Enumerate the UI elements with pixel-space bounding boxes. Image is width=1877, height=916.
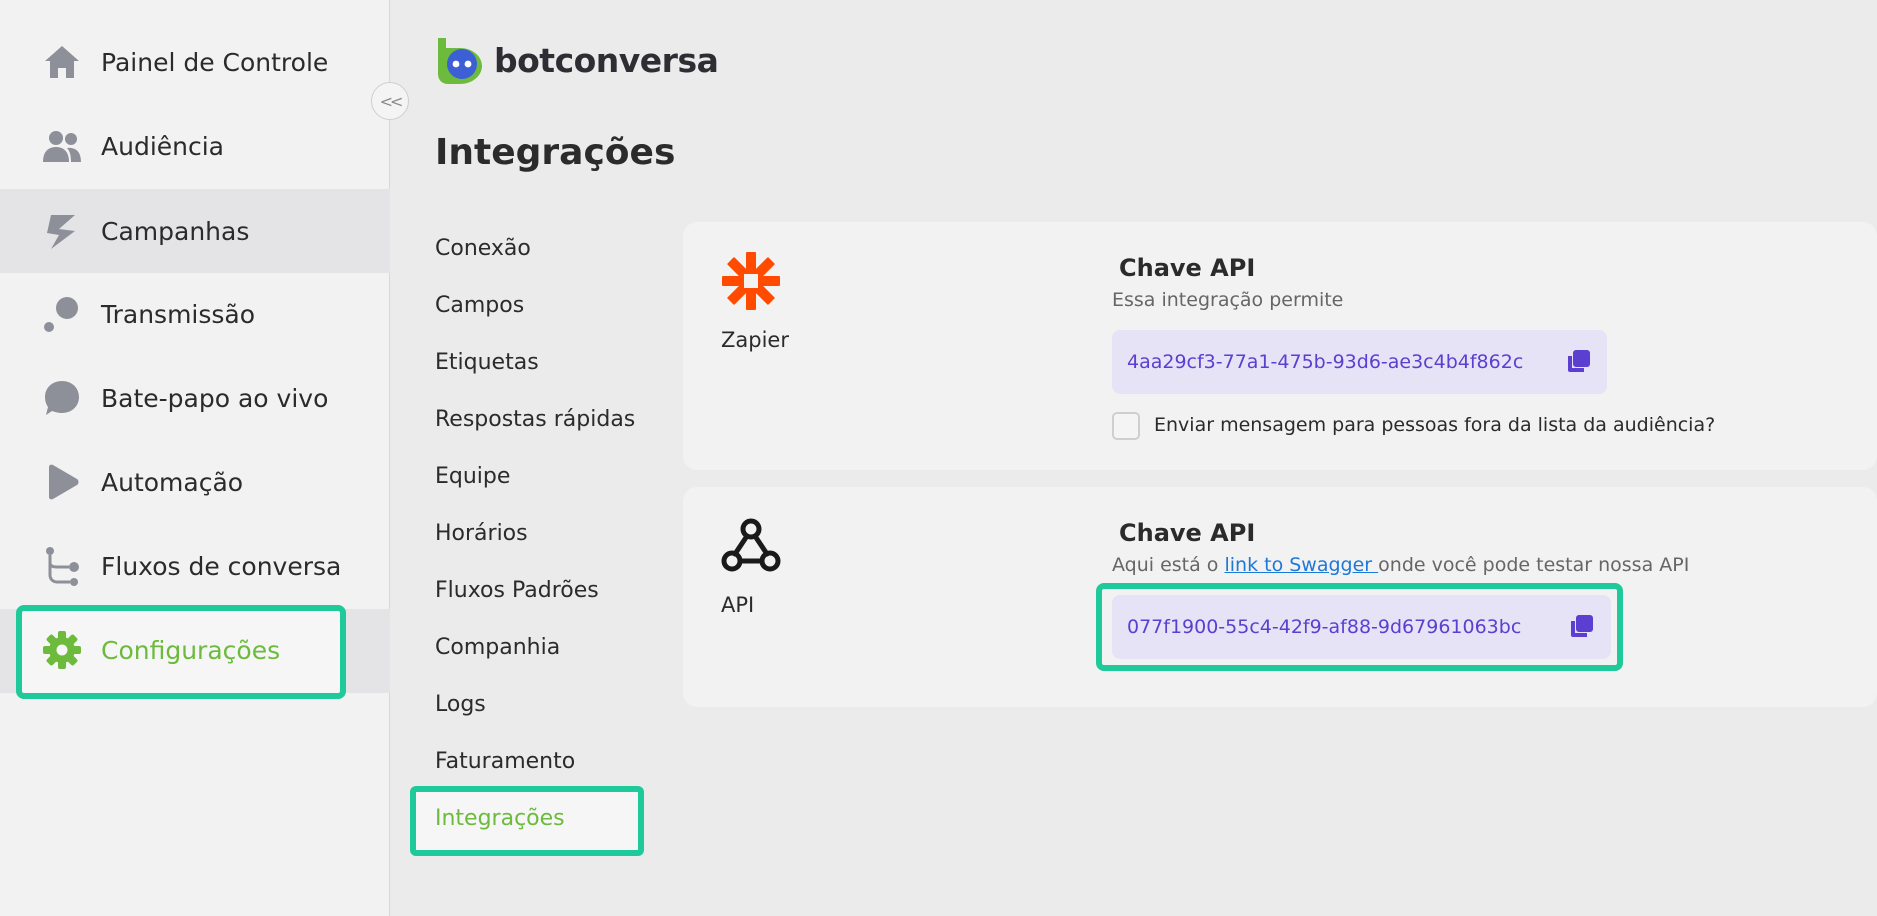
- description-text: Aqui está o: [1112, 554, 1225, 576]
- outside-audience-checkbox[interactable]: [1112, 412, 1140, 440]
- submenu-item-etiquetas[interactable]: Etiquetas: [435, 350, 539, 375]
- sidebar-item-transmissao[interactable]: Transmissão: [0, 272, 390, 356]
- submenu-item-respostas-rapidas[interactable]: Respostas rápidas: [435, 407, 635, 432]
- submenu-item-conexao[interactable]: Conexão: [435, 236, 531, 261]
- integration-name: Zapier: [721, 328, 789, 352]
- submenu-item-logs[interactable]: Logs: [435, 692, 486, 717]
- integration-description: Essa integração permite: [1112, 289, 1344, 311]
- people-icon: [40, 124, 84, 168]
- sidebar-item-painel[interactable]: Painel de Controle: [0, 20, 390, 104]
- api-key-title: Chave API: [1119, 254, 1256, 282]
- integration-name: API: [721, 593, 755, 617]
- sidebar-item-label: Campanhas: [101, 216, 250, 246]
- sidebar-item-audiencia[interactable]: Audiência: [0, 104, 390, 188]
- api-key-value[interactable]: 4aa29cf3-77a1-475b-93d6-ae3c4b4f862c: [1127, 351, 1523, 373]
- api-key-field[interactable]: 4aa29cf3-77a1-475b-93d6-ae3c4b4f862c: [1112, 330, 1607, 394]
- page-title: Integrações: [435, 132, 676, 173]
- sidebar-item-label: Bate-papo ao vivo: [101, 383, 329, 413]
- api-key-title: Chave API: [1119, 519, 1256, 547]
- zapier-integration-card: Zapier Chave API Essa integração permite…: [683, 222, 1877, 470]
- sidebar-item-label: Painel de Controle: [101, 47, 329, 77]
- sidebar-item-label: Configurações: [101, 635, 281, 665]
- broadcast-icon: [40, 292, 84, 336]
- collapse-sidebar-button[interactable]: <<: [371, 82, 409, 120]
- sidebar: Painel de Controle Audiência Campanhas T…: [0, 0, 390, 916]
- submenu-item-faturamento[interactable]: Faturamento: [435, 749, 575, 774]
- api-key-field[interactable]: 077f1900-55c4-42f9-af88-9d67961063bc: [1112, 595, 1611, 659]
- brand-name: botconversa: [494, 40, 719, 80]
- description-text: onde você pode testar nossa API: [1378, 554, 1690, 576]
- flow-icon: [40, 544, 84, 588]
- automation-icon: [40, 460, 84, 504]
- swagger-link[interactable]: link to Swagger: [1224, 554, 1378, 576]
- brand-logo: botconversa: [434, 34, 719, 86]
- api-integration-card: API Chave API Aqui está o link to Swagge…: [683, 487, 1877, 707]
- sidebar-item-label: Automação: [101, 467, 244, 497]
- gear-icon: [40, 628, 84, 672]
- submenu-item-horarios[interactable]: Horários: [435, 521, 528, 546]
- copy-icon[interactable]: [1565, 349, 1591, 375]
- submenu-item-integracoes[interactable]: Integrações: [435, 806, 565, 831]
- api-key-value[interactable]: 077f1900-55c4-42f9-af88-9d67961063bc: [1127, 616, 1521, 638]
- sidebar-item-label: Audiência: [101, 131, 224, 161]
- campaign-icon: [40, 209, 84, 253]
- sidebar-item-label: Fluxos de conversa: [101, 551, 342, 581]
- zapier-logo-icon: [720, 250, 782, 316]
- sidebar-item-campanhas[interactable]: Campanhas: [0, 189, 390, 273]
- chat-icon: [40, 376, 84, 420]
- copy-icon[interactable]: [1568, 614, 1594, 640]
- sidebar-item-automacao[interactable]: Automação: [0, 440, 390, 524]
- submenu-item-fluxos-padroes[interactable]: Fluxos Padrões: [435, 578, 599, 603]
- submenu-item-companhia[interactable]: Companhia: [435, 635, 560, 660]
- home-icon: [40, 40, 84, 84]
- sidebar-item-configuracoes[interactable]: Configurações: [0, 608, 390, 692]
- sidebar-item-label: Transmissão: [101, 299, 256, 329]
- botconversa-logo-icon: [438, 38, 482, 84]
- checkbox-label: Enviar mensagem para pessoas fora da lis…: [1154, 414, 1716, 436]
- sidebar-item-bate-papo[interactable]: Bate-papo ao vivo: [0, 356, 390, 440]
- double-chevron-left-icon: <<: [379, 91, 404, 111]
- submenu-item-campos[interactable]: Campos: [435, 293, 524, 318]
- sidebar-item-fluxos[interactable]: Fluxos de conversa: [0, 524, 390, 608]
- submenu-item-equipe[interactable]: Equipe: [435, 464, 510, 489]
- integration-description: Aqui está o link to Swagger onde você po…: [1112, 554, 1689, 576]
- webhook-icon: [720, 517, 782, 579]
